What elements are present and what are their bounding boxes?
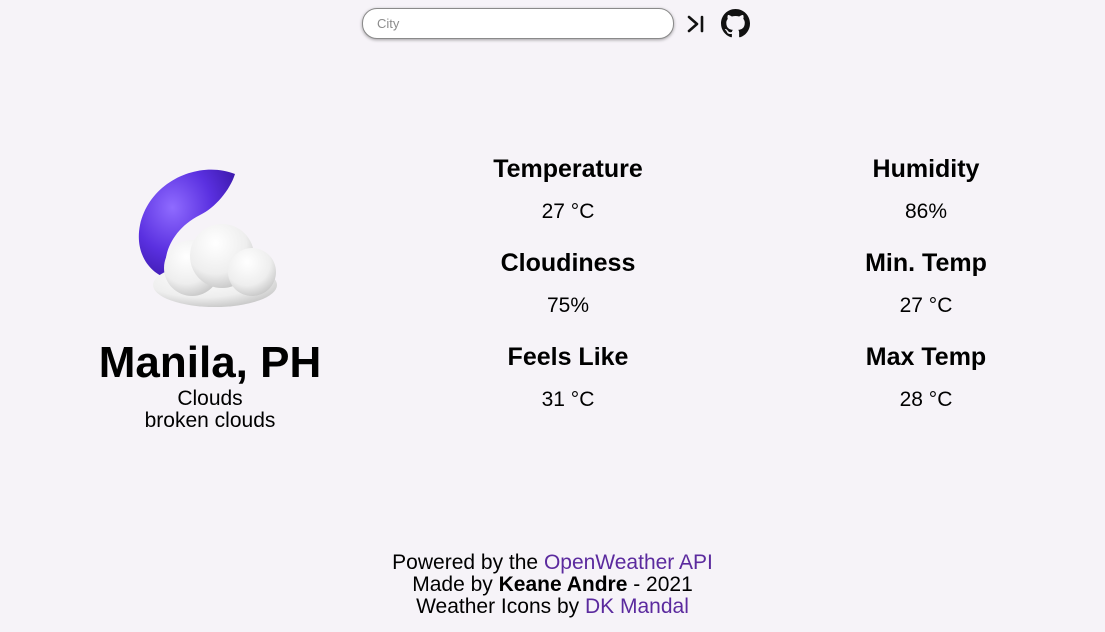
footer-credit-author: Made by Keane Andre - 2021 <box>0 574 1105 596</box>
dk-mandal-link[interactable]: DK Mandal <box>585 595 689 618</box>
stat-temperature: Temperature 27 °C <box>438 154 698 224</box>
stat-label: Temperature <box>493 155 643 183</box>
github-icon <box>720 9 750 38</box>
openweather-link[interactable]: OpenWeather API <box>544 551 713 574</box>
footer-text: Powered by the <box>392 551 544 574</box>
city-search-input[interactable] <box>362 8 674 39</box>
stat-value: 28 °C <box>899 388 953 411</box>
top-bar <box>362 8 750 39</box>
footer: Powered by the OpenWeather API Made by K… <box>0 552 1105 618</box>
author-name: Keane Andre <box>498 573 628 596</box>
stat-value: 31 °C <box>541 388 595 411</box>
weather-main-condition: Clouds <box>177 387 243 410</box>
footer-text: Weather Icons by <box>416 595 585 618</box>
weather-summary: Manila, PH Clouds broken clouds <box>60 160 360 432</box>
stat-humidity: Humidity 86% <box>796 154 1056 224</box>
stat-label: Min. Temp <box>865 249 987 277</box>
footer-credit-icons: Weather Icons by DK Mandal <box>0 596 1105 618</box>
search-submit-button[interactable] <box>685 12 707 36</box>
city-name: Manila, PH <box>98 338 322 387</box>
stat-feels-like: Feels Like 31 °C <box>438 342 698 412</box>
stat-value: 27 °C <box>541 200 595 223</box>
moon-cloud-icon <box>138 169 277 307</box>
weather-description: broken clouds <box>144 409 276 432</box>
stat-value: 27 °C <box>899 294 953 317</box>
stat-max-temp: Max Temp 28 °C <box>796 342 1056 412</box>
stat-min-temp: Min. Temp 27 °C <box>796 248 1056 318</box>
stat-label: Cloudiness <box>500 249 636 277</box>
footer-text: - 2021 <box>627 573 693 596</box>
arrow-to-end-icon <box>687 15 704 32</box>
footer-text: Made by <box>412 573 499 596</box>
stat-label: Max Temp <box>865 343 987 371</box>
stat-label: Humidity <box>872 155 980 183</box>
stat-value: 86% <box>904 200 948 223</box>
stat-cloudiness: Cloudiness 75% <box>438 248 698 318</box>
stat-value: 75% <box>546 294 590 317</box>
stat-label: Feels Like <box>507 343 629 371</box>
footer-credit-api: Powered by the OpenWeather API <box>0 552 1105 574</box>
github-link[interactable] <box>720 9 750 39</box>
